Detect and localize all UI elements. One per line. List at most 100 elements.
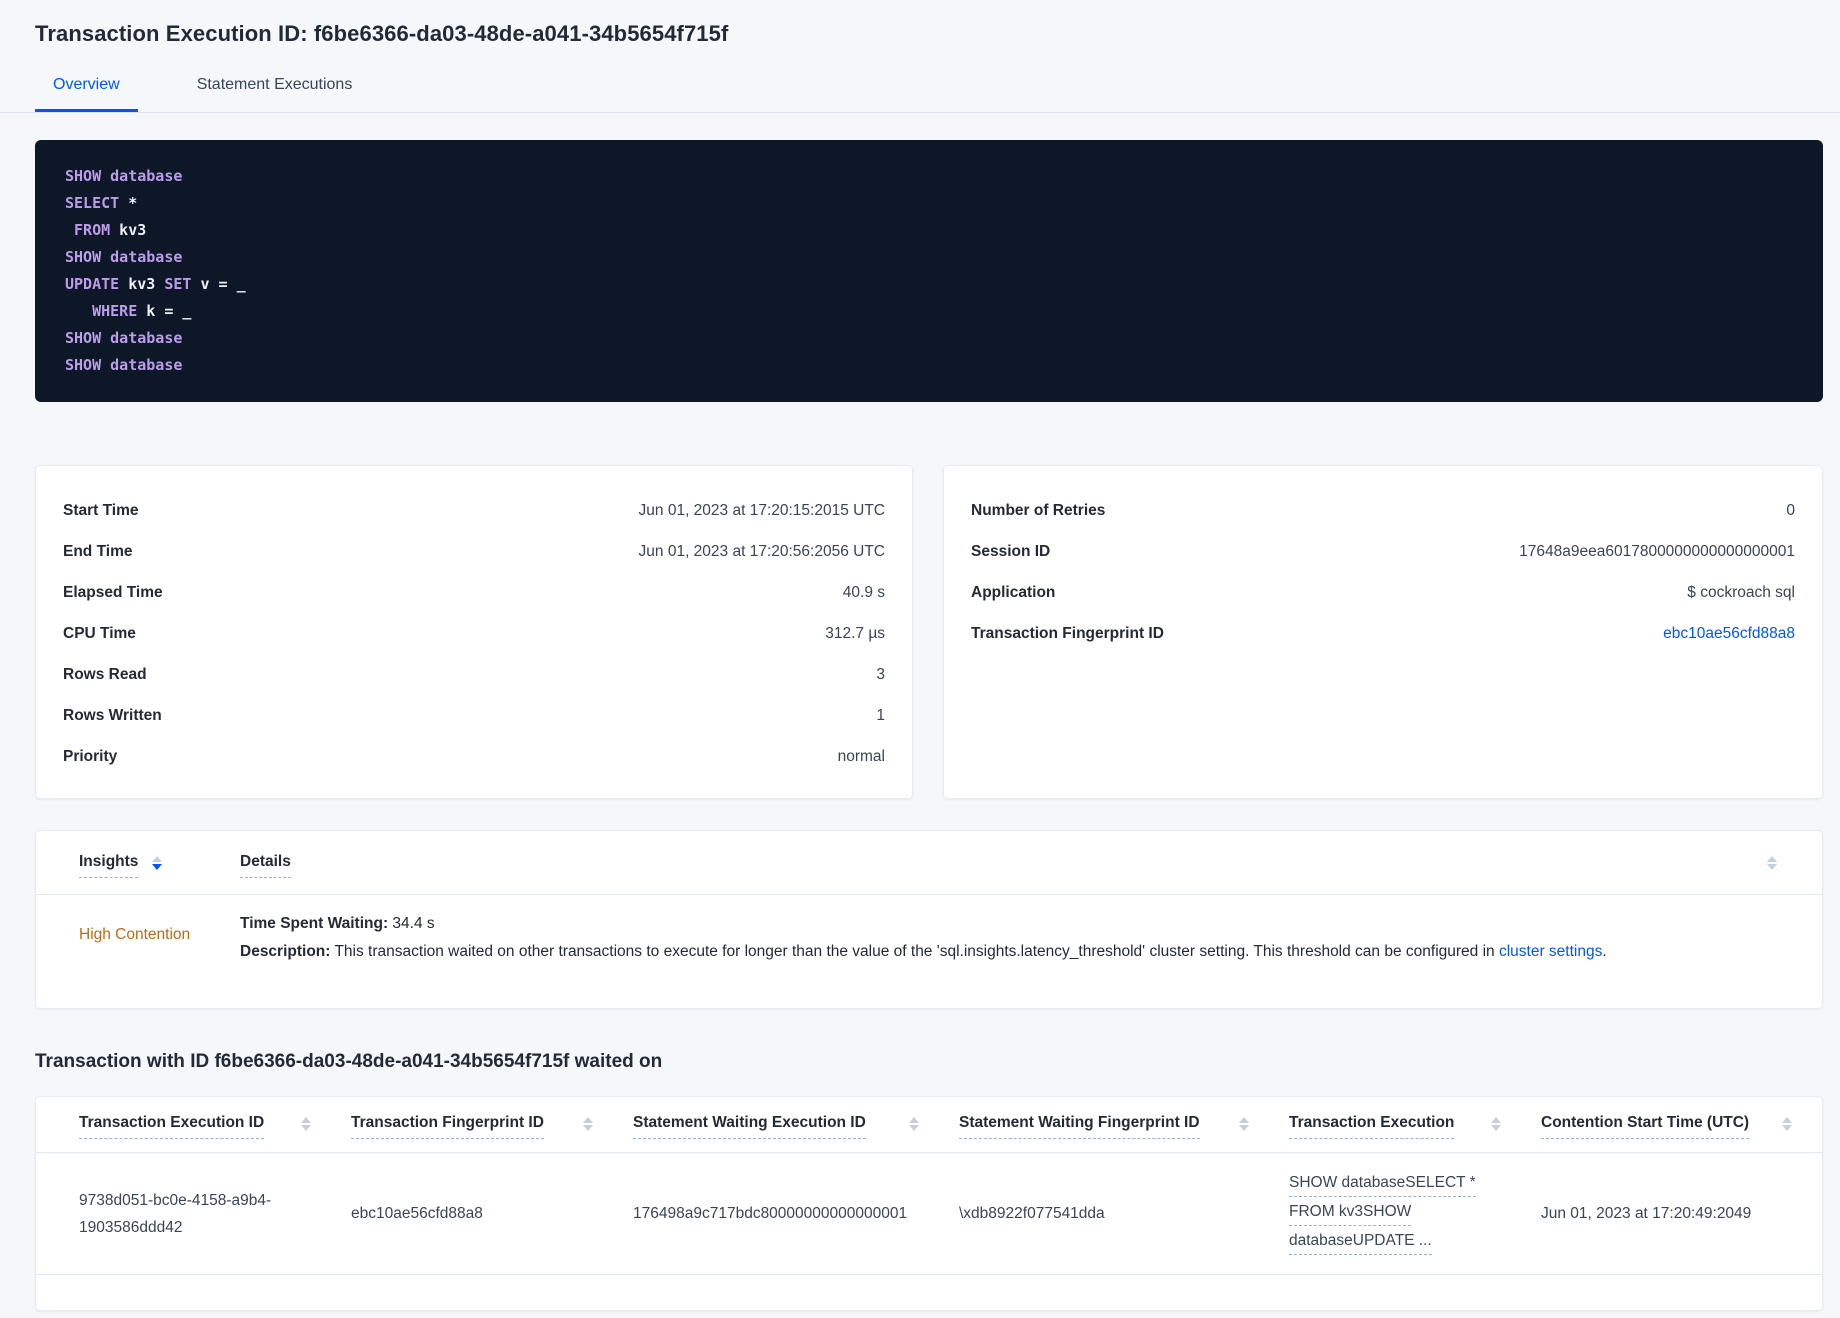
row-value: 3	[876, 665, 885, 683]
summary-row-start-time: Start Time Jun 01, 2023 at 17:20:15:2015…	[63, 490, 885, 531]
sort-asc-icon	[909, 1117, 919, 1123]
sort-asc-icon	[1239, 1117, 1249, 1123]
waited-table-row: 9738d051-bc0e-4158-a9b4-1903586ddd42 ebc…	[36, 1153, 1822, 1275]
insights-column-header: Insights	[79, 853, 240, 878]
time-spent-waiting: Time Spent Waiting: 34.4 s	[240, 915, 1607, 933]
summary-cards: Start Time Jun 01, 2023 at 17:20:15:2015…	[35, 465, 1823, 799]
cell-transaction-fingerprint-id: ebc10ae56cfd88a8	[351, 1205, 483, 1222]
col-statement-waiting-execution-id: Statement Waiting Execution ID	[633, 1114, 959, 1139]
sort-desc-icon	[152, 864, 163, 870]
sort-desc-icon	[583, 1125, 593, 1131]
sort-arrows-icon[interactable]	[1782, 1114, 1792, 1131]
insights-sort-header[interactable]: Insights	[79, 853, 139, 878]
waited-on-table: Transaction Execution ID Transaction Fin…	[35, 1096, 1823, 1311]
sort-asc-icon	[1782, 1117, 1792, 1123]
waited-on-heading: Transaction with ID f6be6366-da03-48de-a…	[35, 1051, 663, 1072]
row-value: 312.7 µs	[825, 624, 885, 642]
summary-row-elapsed-time: Elapsed Time 40.9 s	[63, 572, 885, 613]
cell-transaction-execution: SHOW databaseSELECT * FROM kv3SHOW datab…	[1289, 1170, 1541, 1257]
column-sort-header[interactable]: Transaction Fingerprint ID	[351, 1114, 544, 1139]
column-sort-header[interactable]: Transaction Execution ID	[79, 1114, 265, 1139]
row-label: Number of Retries	[971, 501, 1106, 519]
insights-row: High Contention Time Spent Waiting: 34.4…	[36, 895, 1822, 961]
transaction-execution-link[interactable]: FROM kv3SHOW	[1289, 1199, 1412, 1226]
sort-desc-icon	[1491, 1125, 1501, 1131]
cell-transaction-execution-id: 9738d051-bc0e-4158-a9b4-1903586ddd42	[79, 1191, 272, 1236]
high-contention-label: High Contention	[79, 926, 191, 943]
insight-details: Time Spent Waiting: 34.4 s Description: …	[240, 915, 1607, 961]
insights-table-header: Insights Details	[36, 831, 1822, 895]
row-value: $ cockroach sql	[1687, 583, 1795, 601]
summary-row-transaction-fingerprint: Transaction Fingerprint ID ebc10ae56cfd8…	[971, 613, 1795, 654]
sql-statements: SHOW database SELECT * FROM kv3 SHOW datab…	[35, 140, 1823, 402]
description-text: This transaction waited on other transac…	[330, 943, 1499, 960]
tab-bar: Overview Statement Executions	[0, 76, 1840, 113]
row-label: Rows Read	[63, 665, 147, 683]
tab-overview[interactable]: Overview	[35, 76, 138, 112]
execution-summary-card: Start Time Jun 01, 2023 at 17:20:15:2015…	[35, 465, 913, 799]
summary-row-end-time: End Time Jun 01, 2023 at 17:20:56:2056 U…	[63, 531, 885, 572]
row-value: Jun 01, 2023 at 17:20:15:2015 UTC	[638, 501, 885, 519]
row-value: Jun 01, 2023 at 17:20:56:2056 UTC	[638, 542, 885, 560]
summary-row-priority: Priority normal	[63, 736, 885, 777]
sort-desc-icon	[909, 1125, 919, 1131]
col-statement-waiting-fingerprint-id: Statement Waiting Fingerprint ID	[959, 1114, 1289, 1139]
sort-arrows-icon[interactable]	[1239, 1114, 1249, 1131]
sort-asc-icon	[301, 1117, 311, 1123]
cell-statement-waiting-fingerprint-id: \xdb8922f077541dda	[959, 1205, 1105, 1222]
row-value: 1	[876, 706, 885, 724]
row-value: normal	[837, 747, 885, 765]
row-value: 40.9 s	[842, 583, 885, 601]
column-sort-header[interactable]: Statement Waiting Execution ID	[633, 1114, 866, 1139]
description-label: Description:	[240, 943, 331, 960]
row-label: Application	[971, 583, 1056, 601]
column-sort-header[interactable]: Transaction Execution	[1289, 1114, 1455, 1139]
col-contention-start-time: Contention Start Time (UTC)	[1541, 1114, 1792, 1139]
row-label: CPU Time	[63, 624, 136, 642]
summary-row-session-id: Session ID 17648a9eea6017800000000000000…	[971, 531, 1795, 572]
sort-desc-icon	[1239, 1125, 1249, 1131]
cluster-settings-link[interactable]: cluster settings	[1499, 943, 1602, 960]
column-sort-header[interactable]: Statement Waiting Fingerprint ID	[959, 1114, 1200, 1139]
sort-desc-icon	[1782, 1125, 1792, 1131]
tab-statement-executions[interactable]: Statement Executions	[179, 76, 371, 112]
row-label: Transaction Fingerprint ID	[971, 624, 1164, 642]
sort-arrows-icon[interactable]	[1491, 1114, 1501, 1131]
summary-row-application: Application $ cockroach sql	[971, 572, 1795, 613]
sort-arrows-icon[interactable]	[1767, 853, 1777, 870]
summary-row-rows-read: Rows Read 3	[63, 654, 885, 695]
details-column-header[interactable]: Details	[240, 853, 291, 878]
waiting-label: Time Spent Waiting:	[240, 915, 389, 932]
insight-description: Description: This transaction waited on …	[240, 943, 1607, 961]
summary-row-rows-written: Rows Written 1	[63, 695, 885, 736]
row-label: Start Time	[63, 501, 139, 519]
sort-arrows-icon[interactable]	[583, 1114, 593, 1131]
row-label: Elapsed Time	[63, 583, 163, 601]
waited-table-header: Transaction Execution ID Transaction Fin…	[36, 1097, 1822, 1153]
row-label: Session ID	[971, 542, 1051, 560]
summary-row-retries: Number of Retries 0	[971, 490, 1795, 531]
insights-table: Insights Details High Contention Time Sp…	[35, 830, 1823, 1009]
sort-arrows-icon[interactable]	[301, 1114, 311, 1131]
transaction-execution-link[interactable]: SHOW databaseSELECT *	[1289, 1170, 1476, 1197]
sort-arrows-icon[interactable]	[909, 1114, 919, 1131]
transaction-details-page: Transaction Execution ID: f6be6366-da03-…	[0, 0, 1840, 1311]
col-transaction-execution: Transaction Execution	[1289, 1114, 1541, 1139]
cell-statement-waiting-execution-id: 176498a9c717bdc80000000000000001	[633, 1205, 908, 1222]
transaction-fingerprint-link[interactable]: ebc10ae56cfd88a8	[1663, 625, 1795, 643]
sort-asc-icon	[1491, 1117, 1501, 1123]
description-period: .	[1602, 943, 1607, 960]
sort-asc-icon	[152, 856, 163, 862]
sort-asc-icon	[583, 1117, 593, 1123]
sort-desc-icon	[1767, 864, 1777, 870]
cell-contention-start-time: Jun 01, 2023 at 17:20:49:2049	[1541, 1205, 1752, 1222]
column-sort-header[interactable]: Contention Start Time (UTC)	[1541, 1114, 1750, 1139]
col-transaction-fingerprint-id: Transaction Fingerprint ID	[351, 1114, 633, 1139]
waiting-value: 34.4 s	[388, 915, 435, 932]
session-summary-card: Number of Retries 0 Session ID 17648a9ee…	[943, 465, 1823, 799]
row-label: Priority	[63, 747, 118, 765]
page-title: Transaction Execution ID: f6be6366-da03-…	[35, 21, 729, 46]
transaction-execution-link[interactable]: databaseUPDATE ...	[1289, 1228, 1432, 1255]
sort-arrows-icon[interactable]	[152, 853, 163, 878]
col-transaction-execution-id: Transaction Execution ID	[79, 1114, 351, 1139]
